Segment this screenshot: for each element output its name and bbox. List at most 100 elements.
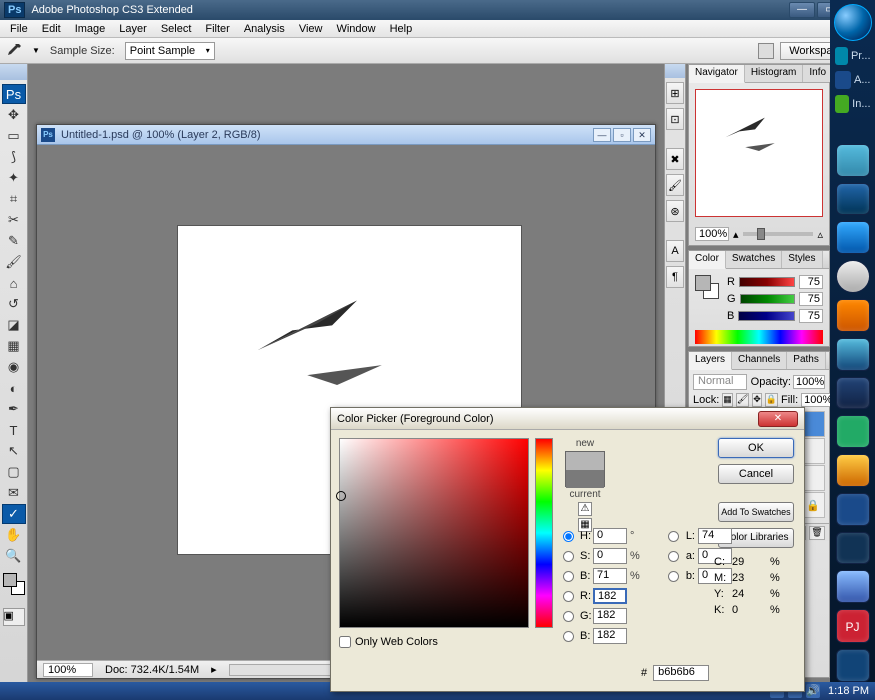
b-slider[interactable]: [738, 311, 795, 321]
desktop-icon[interactable]: [836, 415, 870, 448]
tool-stamp[interactable]: ⌂: [2, 273, 26, 293]
tab-histogram[interactable]: Histogram: [745, 65, 804, 82]
tool-lasso[interactable]: ⟆: [2, 147, 26, 167]
tool-move[interactable]: Ps: [2, 84, 26, 104]
menu-analysis[interactable]: Analysis: [238, 21, 291, 37]
hue-slider[interactable]: [535, 438, 553, 628]
tool-zoom[interactable]: 🔍: [2, 546, 26, 566]
h-input[interactable]: 0: [593, 528, 627, 544]
hex-input[interactable]: b6b6b6: [653, 665, 709, 681]
l-input[interactable]: 74: [698, 528, 732, 544]
menu-layer[interactable]: Layer: [113, 21, 153, 37]
ok-button[interactable]: OK: [718, 438, 794, 458]
m-input[interactable]: 23: [732, 572, 766, 584]
desktop-icon[interactable]: [836, 649, 870, 682]
bri-radio[interactable]: [563, 571, 574, 582]
taskbar-item[interactable]: A...: [835, 71, 871, 89]
color-panel-swatch[interactable]: [695, 275, 719, 299]
foreground-color-swatch[interactable]: [3, 573, 17, 587]
tool-heal[interactable]: ✎: [2, 231, 26, 251]
desktop-icon[interactable]: [836, 260, 870, 293]
tab-paths[interactable]: Paths: [787, 352, 826, 369]
navigator-zoom-input[interactable]: 100%: [695, 227, 729, 241]
sample-size-select[interactable]: Point Sample ▾: [125, 42, 215, 60]
desktop-icon[interactable]: [836, 221, 870, 254]
document-maximize-button[interactable]: ▫: [613, 128, 631, 142]
start-button[interactable]: [834, 4, 872, 41]
dock-paragraph-icon[interactable]: ¶: [666, 266, 684, 288]
document-titlebar[interactable]: Ps Untitled-1.psd @ 100% (Layer 2, RGB/8…: [37, 125, 655, 145]
delete-layer-button[interactable]: 🗑: [809, 526, 825, 540]
clock[interactable]: 1:18 PM: [828, 685, 869, 697]
desktop-icon[interactable]: [836, 570, 870, 603]
quick-mask-button[interactable]: ▣: [3, 608, 25, 626]
zoom-in-icon[interactable]: ▵: [817, 228, 823, 241]
a-radio[interactable]: [668, 551, 679, 562]
tool-pen[interactable]: ✒: [2, 399, 26, 419]
menu-file[interactable]: File: [4, 21, 34, 37]
menu-help[interactable]: Help: [384, 21, 419, 37]
r-value[interactable]: 75: [799, 275, 823, 289]
tab-color[interactable]: Color: [689, 251, 726, 269]
only-web-colors-checkbox[interactable]: [339, 636, 351, 648]
tab-layers[interactable]: Layers: [689, 352, 732, 370]
menu-filter[interactable]: Filter: [199, 21, 235, 37]
tool-path[interactable]: ↖: [2, 441, 26, 461]
dialog-close-button[interactable]: ✕: [758, 411, 798, 427]
tool-gradient[interactable]: ▦: [2, 336, 26, 356]
volume-icon[interactable]: 🔊: [806, 684, 820, 698]
y-input[interactable]: 24: [732, 588, 766, 600]
opacity-input[interactable]: 100%: [793, 375, 825, 389]
s-input[interactable]: 0: [593, 548, 627, 564]
cancel-button[interactable]: Cancel: [718, 464, 794, 484]
navigator-zoom-slider[interactable]: [743, 232, 814, 236]
tab-info[interactable]: Info: [803, 65, 833, 82]
desktop-icon[interactable]: [836, 144, 870, 177]
zoom-input[interactable]: 100%: [43, 663, 93, 677]
tab-swatches[interactable]: Swatches: [726, 251, 782, 268]
desktop-icon[interactable]: [836, 532, 870, 565]
desktop-icon[interactable]: [836, 377, 870, 410]
chevron-down-icon[interactable]: ▼: [32, 46, 40, 55]
lock-pixels-icon[interactable]: 🖌: [736, 393, 749, 407]
menu-select[interactable]: Select: [155, 21, 198, 37]
sv-cursor[interactable]: [336, 491, 346, 501]
blue-input[interactable]: 182: [593, 628, 627, 644]
tool-marquee[interactable]: ▭: [2, 126, 26, 146]
tool-crop[interactable]: ⌗: [2, 189, 26, 209]
tool-shape[interactable]: ▢: [2, 462, 26, 482]
desktop-icon[interactable]: [836, 493, 870, 526]
tool-eyedropper[interactable]: ✓: [2, 504, 26, 524]
menu-view[interactable]: View: [293, 21, 329, 37]
tool-notes[interactable]: ✉: [2, 483, 26, 503]
blue-radio[interactable]: [563, 631, 574, 642]
c-input[interactable]: 29: [732, 556, 766, 568]
fill-input[interactable]: 100%: [801, 393, 833, 407]
tab-channels[interactable]: Channels: [732, 352, 787, 369]
foreground-background-swatch[interactable]: [3, 573, 25, 595]
tool-blur[interactable]: ◉: [2, 357, 26, 377]
desktop-icon[interactable]: [836, 454, 870, 487]
r-slider[interactable]: [739, 277, 795, 287]
document-minimize-button[interactable]: —: [593, 128, 611, 142]
tool-wand[interactable]: ✦: [2, 168, 26, 188]
k-input[interactable]: 0: [732, 604, 766, 616]
g-value[interactable]: 75: [799, 292, 823, 306]
bri-input[interactable]: 71: [593, 568, 627, 584]
tool-brush[interactable]: 🖌: [2, 252, 26, 272]
r-input[interactable]: 182: [593, 588, 627, 604]
dock-icon[interactable]: ⊡: [666, 108, 684, 130]
window-minimize-button[interactable]: —: [789, 2, 815, 18]
dock-icon[interactable]: ⊛: [666, 200, 684, 222]
document-close-button[interactable]: ✕: [633, 128, 651, 142]
dock-icon[interactable]: ⊞: [666, 82, 684, 104]
tool-type[interactable]: T: [2, 420, 26, 440]
tab-navigator[interactable]: Navigator: [689, 65, 745, 83]
saturation-value-field[interactable]: [339, 438, 529, 628]
desktop-icon[interactable]: [836, 338, 870, 371]
b-value[interactable]: 75: [799, 309, 823, 323]
s-radio[interactable]: [563, 551, 574, 562]
dock-icon[interactable]: ✖: [666, 148, 684, 170]
tool-history-brush[interactable]: ↺: [2, 294, 26, 314]
navigator-preview[interactable]: [695, 89, 823, 217]
